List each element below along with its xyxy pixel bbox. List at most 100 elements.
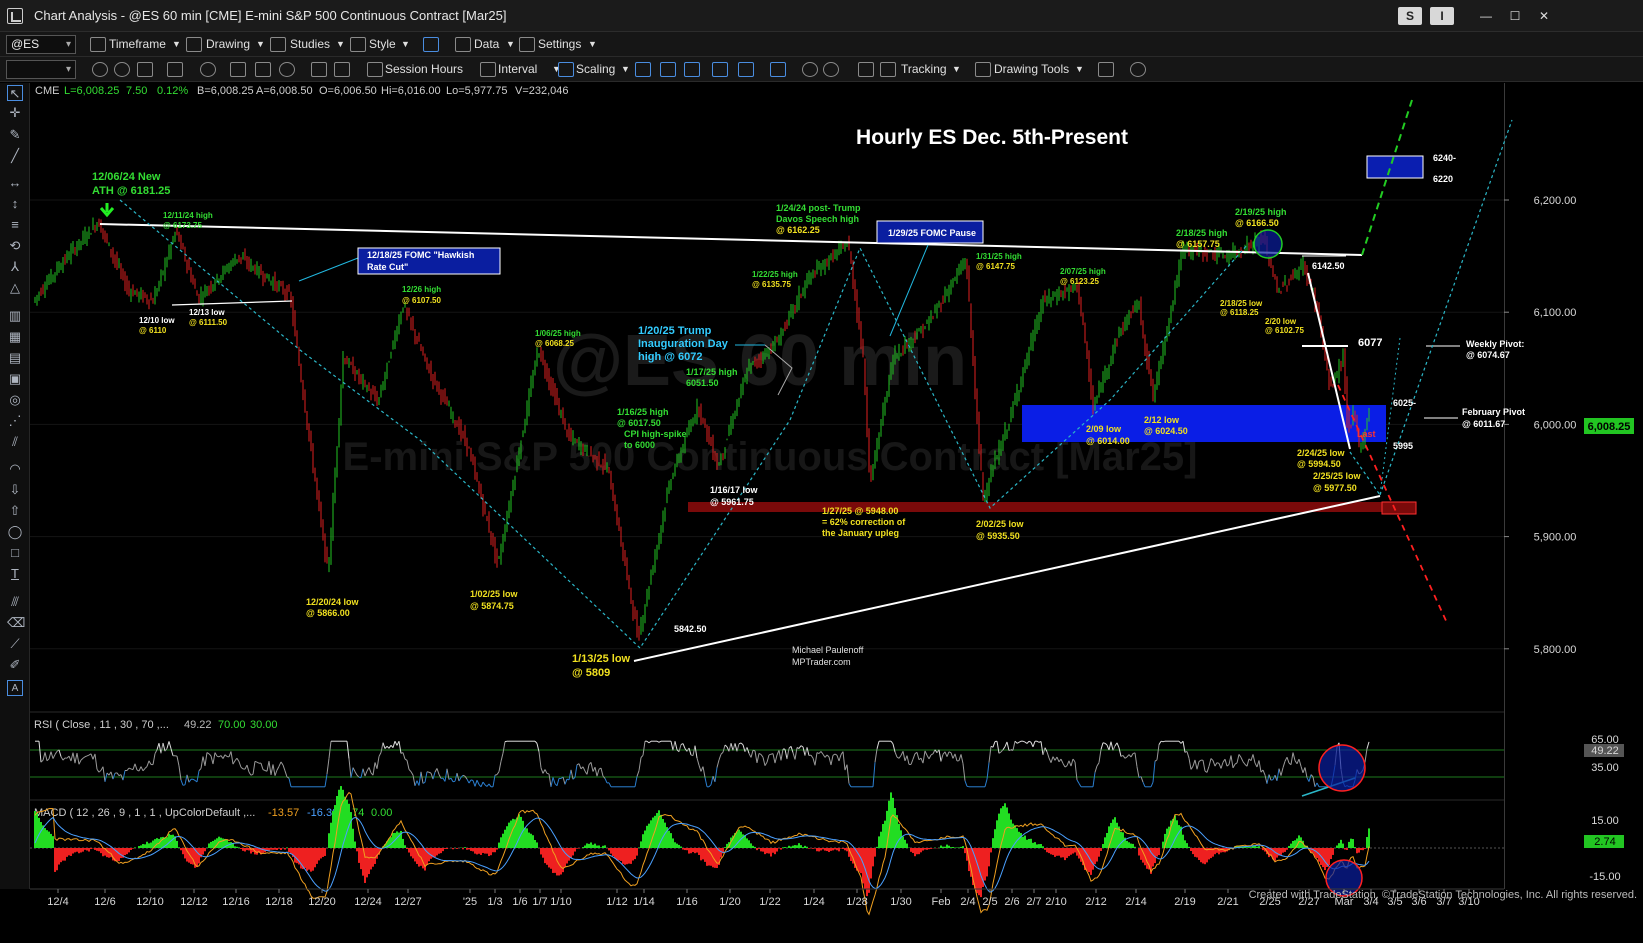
rsi-segment — [634, 776, 638, 787]
annotation-l1213b: @ 6111.50 — [189, 318, 228, 327]
rsi-segment — [470, 779, 474, 781]
rsi-segment — [540, 767, 544, 774]
date-axis-label: 12/16 — [222, 896, 250, 908]
macd-value: -13.57 — [268, 807, 299, 819]
annotation-v6142: 6142.50 — [1312, 261, 1345, 271]
rsi-segment — [830, 755, 834, 766]
rsi-segment — [278, 761, 282, 767]
annotation-l0224b: @ 5994.50 — [1297, 459, 1341, 469]
rsi-segment — [804, 747, 808, 756]
rsi-segment — [1206, 766, 1210, 773]
annotation-v5995: 5995 — [1393, 441, 1413, 451]
rsi-segment — [268, 761, 272, 775]
rsi-segment — [694, 745, 698, 759]
rsi-segment — [426, 771, 430, 773]
rsi-segment — [98, 769, 102, 773]
date-axis-label: 12/6 — [94, 896, 115, 908]
annotation-h0219a: 2/19/25 high — [1235, 207, 1287, 217]
rsi-segment — [184, 774, 188, 785]
annotation-h0116a: 1/16/25 high — [617, 407, 669, 417]
annotation-davos2: Davos Speech high — [776, 214, 859, 224]
rsi-segment — [996, 741, 1000, 754]
rsi-segment — [1052, 756, 1056, 761]
rsi-segment — [74, 753, 78, 764]
rsi-segment — [954, 753, 958, 762]
rsi-segment — [348, 758, 352, 778]
price-axis-label: 6,100.00 — [1534, 307, 1577, 319]
rsi-segment — [966, 785, 970, 788]
annotation-v5842: 5842.50 — [674, 624, 707, 634]
rsi-segment — [648, 740, 652, 744]
rsi-segment — [1212, 760, 1216, 767]
rsi-segment — [208, 753, 212, 757]
rsi-segment — [1208, 758, 1212, 767]
annotation-l0218a: 2/18/25 low — [1220, 299, 1263, 308]
price-axis-label: 6,200.00 — [1534, 195, 1577, 207]
date-axis-label: 1/6 — [512, 896, 527, 908]
rsi-segment — [570, 769, 574, 780]
rsi-segment — [472, 780, 476, 787]
rsi-segment — [1290, 752, 1294, 765]
rsi-segment — [212, 752, 216, 765]
rsi-segment — [1230, 755, 1234, 768]
rsi-segment — [1236, 754, 1240, 764]
rsi-segment — [1060, 758, 1064, 764]
rsi-segment — [1156, 744, 1160, 760]
rsi-segment — [546, 772, 550, 775]
rsi-segment — [572, 776, 576, 780]
rsi-segment — [1018, 740, 1022, 743]
rsi-segment — [46, 758, 50, 762]
rsi-segment — [1182, 741, 1186, 753]
rsi-segment — [696, 757, 700, 766]
rsi-segment — [418, 771, 422, 786]
rsi-segment — [814, 752, 818, 766]
rsi-segment — [86, 754, 90, 757]
rsi-segment — [1188, 758, 1192, 770]
rsi-segment — [910, 758, 914, 765]
rsi-segment — [188, 779, 192, 783]
rsi-segment — [260, 763, 264, 770]
rsi-segment — [368, 767, 372, 773]
annotation-l0209a: 2/09 low — [1086, 424, 1122, 434]
rsi-segment — [326, 758, 330, 775]
rsi-segment — [1240, 757, 1244, 762]
rsi-segment — [1154, 759, 1158, 762]
annotation-h1211b: @ 6173.75 — [163, 221, 202, 230]
rsi-segment — [948, 751, 952, 754]
rsi-segment — [842, 751, 846, 771]
rsi-segment — [984, 779, 988, 787]
rsi-segment — [1014, 740, 1018, 744]
rsi-segment — [1036, 740, 1040, 743]
rsi-segment — [716, 759, 720, 768]
rsi-segment — [462, 774, 466, 777]
rsi-segment — [204, 752, 208, 766]
annotation-l1210b: @ 6110 — [139, 326, 167, 335]
rsi-segment — [872, 762, 876, 787]
rsi-segment — [1124, 756, 1128, 759]
rsi-segment — [372, 762, 376, 776]
rsi-segment — [1062, 763, 1066, 768]
chart-canvas[interactable]: @ES 60 min E-mini S&P 500 Continuous Con… — [0, 0, 1643, 943]
annotation-l0202a: 2/02/25 low — [976, 519, 1025, 529]
rsi-segment — [940, 754, 944, 762]
rsi-label: RSI ( Close , 11 , 30 , 70 ,... — [34, 719, 169, 731]
annotation-fp2: @ 6011.67 — [1462, 419, 1505, 429]
rsi-segment — [284, 770, 288, 778]
rsi-segment — [542, 769, 546, 774]
annotation-h0116b: @ 6017.50 — [617, 418, 661, 428]
rsi-segment — [1134, 752, 1138, 767]
rsi-segment — [960, 754, 964, 764]
annotation-l1213a: 12/13 low — [189, 308, 225, 317]
rsi-segment — [1064, 765, 1068, 768]
rsi-segment — [600, 767, 604, 777]
rsi-segment — [112, 773, 116, 780]
rsi-segment — [166, 741, 170, 749]
rsi-segment — [1250, 754, 1254, 761]
rsi-segment — [274, 769, 278, 776]
annotation-h0207b: @ 6123.25 — [1060, 277, 1099, 286]
rsi-segment — [1308, 774, 1312, 782]
rsi-segment — [1194, 759, 1198, 770]
rsi-segment — [928, 754, 932, 760]
rsi-segment — [1220, 762, 1224, 769]
author-site: MPTrader.com — [792, 657, 851, 667]
